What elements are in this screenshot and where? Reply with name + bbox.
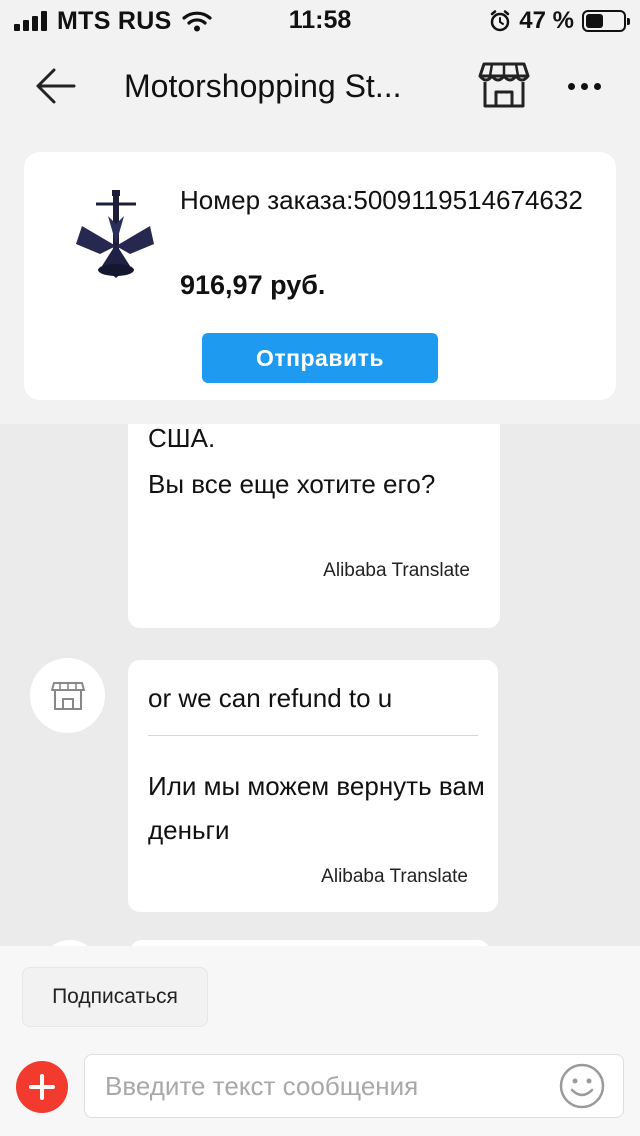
divider bbox=[148, 735, 478, 736]
translator-label: Alibaba Translate bbox=[323, 560, 470, 581]
status-bar: MTS RUS 11:58 47 % bbox=[0, 0, 640, 44]
store-icon[interactable] bbox=[478, 60, 530, 110]
order-area: Номер заказа:5009119514674632 916,97 руб… bbox=[0, 128, 640, 424]
more-icon[interactable] bbox=[562, 66, 606, 106]
translator-label: Alibaba Translate bbox=[321, 866, 468, 887]
message-bubble: or we can refund to u Или мы можем верну… bbox=[128, 660, 498, 912]
battery-fill bbox=[586, 14, 603, 28]
chat-messages[interactable]: США. Вы все еще хотите его? Alibaba Tran… bbox=[0, 424, 640, 946]
back-arrow-icon[interactable] bbox=[30, 64, 80, 108]
order-price: 916,97 руб. bbox=[180, 270, 326, 300]
composer-panel: Подписаться bbox=[0, 946, 640, 1136]
chat-screen: MTS RUS 11:58 47 % Motorshopping St... Н… bbox=[0, 0, 640, 1136]
nav-bar: Motorshopping St... bbox=[0, 44, 640, 128]
subscribe-button[interactable]: Подписаться bbox=[22, 967, 208, 1027]
store-avatar[interactable] bbox=[30, 658, 105, 733]
message-line: США. bbox=[148, 424, 216, 453]
order-card: Номер заказа:5009119514674632 916,97 руб… bbox=[24, 152, 616, 400]
status-right: 47 % bbox=[489, 7, 630, 35]
message-input[interactable] bbox=[84, 1054, 624, 1118]
order-number: Номер заказа:5009119514674632 bbox=[180, 185, 583, 215]
message-line: Вы все еще хотите его? bbox=[148, 469, 436, 499]
send-order-button[interactable]: Отправить bbox=[202, 333, 438, 383]
page-title: Motorshopping St... bbox=[124, 68, 402, 104]
message-bubble: США. Вы все еще хотите его? Alibaba Tran… bbox=[128, 424, 500, 628]
battery-percent: 47 % bbox=[519, 7, 574, 34]
store-avatar-icon bbox=[50, 681, 85, 710]
plus-icon[interactable] bbox=[16, 1061, 68, 1113]
translated-message: Или мы можем вернуть вам деньги bbox=[148, 771, 485, 845]
emoji-icon[interactable] bbox=[558, 1062, 606, 1110]
battery-icon bbox=[582, 10, 630, 32]
anchor-product-icon bbox=[76, 190, 154, 278]
original-message: or we can refund to u bbox=[148, 683, 393, 713]
alarm-icon bbox=[491, 10, 510, 32]
